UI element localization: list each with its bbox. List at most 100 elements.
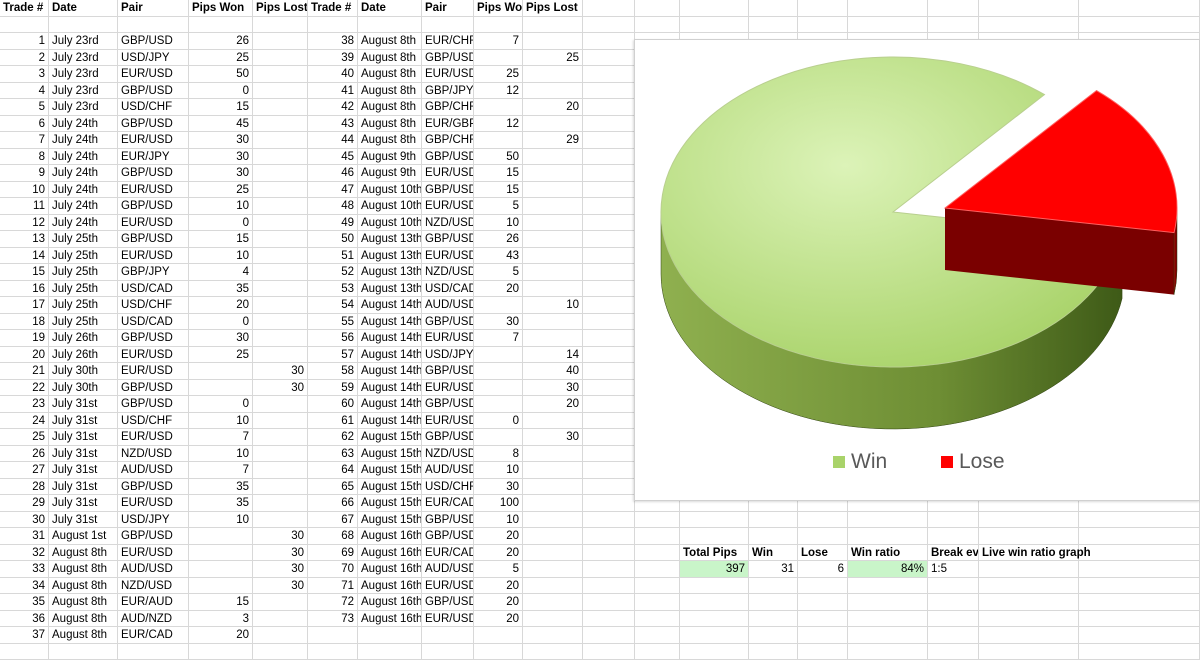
trade-cell[interactable]: 25 bbox=[474, 66, 523, 83]
trade-cell[interactable]: GBP/USD bbox=[118, 528, 189, 545]
empty-cell[interactable] bbox=[422, 17, 474, 34]
empty-cell[interactable] bbox=[979, 611, 1079, 628]
trade-cell[interactable]: July 23rd bbox=[49, 33, 118, 50]
trade-cell[interactable] bbox=[253, 512, 308, 529]
trade-cell[interactable]: 26 bbox=[189, 33, 253, 50]
trade-cell[interactable]: 30 bbox=[189, 330, 253, 347]
trade-cell[interactable]: 32 bbox=[0, 545, 49, 562]
trade-cell[interactable] bbox=[253, 297, 308, 314]
trade-cell[interactable] bbox=[253, 594, 308, 611]
trade-cell[interactable]: August 16th bbox=[358, 578, 422, 595]
trade-cell[interactable]: 7 bbox=[474, 33, 523, 50]
trade-cell[interactable]: August 8th bbox=[358, 116, 422, 133]
trade-cell[interactable]: August 10th bbox=[358, 182, 422, 199]
trade-cell[interactable] bbox=[189, 363, 253, 380]
trade-cell[interactable]: 13 bbox=[0, 231, 49, 248]
trade-cell[interactable]: 25 bbox=[523, 50, 583, 67]
trade-cell[interactable]: 10 bbox=[474, 512, 523, 529]
trade-cell[interactable]: August 16th bbox=[358, 611, 422, 628]
trade-cell[interactable] bbox=[523, 330, 583, 347]
trade-cell[interactable]: 2 bbox=[0, 50, 49, 67]
trade-cell[interactable] bbox=[253, 83, 308, 100]
trade-cell[interactable]: EUR/USD bbox=[118, 132, 189, 149]
trade-cell[interactable]: EUR/USD bbox=[118, 66, 189, 83]
trade-cell[interactable] bbox=[253, 264, 308, 281]
empty-cell[interactable] bbox=[583, 0, 635, 17]
trade-cell[interactable]: USD/CHF bbox=[118, 297, 189, 314]
empty-cell[interactable] bbox=[583, 627, 635, 644]
empty-cell[interactable] bbox=[358, 644, 422, 660]
empty-cell[interactable] bbox=[253, 17, 308, 34]
trade-cell[interactable]: USD/CAD bbox=[118, 281, 189, 298]
empty-cell[interactable] bbox=[798, 578, 848, 595]
trade-cell[interactable]: August 14th bbox=[358, 347, 422, 364]
column-header[interactable]: Pips Lost bbox=[253, 0, 308, 17]
empty-cell[interactable] bbox=[749, 594, 798, 611]
empty-cell[interactable] bbox=[680, 0, 749, 17]
trade-cell[interactable]: 30 bbox=[189, 132, 253, 149]
empty-cell[interactable] bbox=[680, 512, 749, 529]
trade-cell[interactable]: 59 bbox=[308, 380, 358, 397]
empty-cell[interactable] bbox=[583, 50, 635, 67]
trade-cell[interactable]: EUR/CAD bbox=[118, 627, 189, 644]
trade-cell[interactable]: EUR/AUD bbox=[118, 594, 189, 611]
trade-cell[interactable]: August 8th bbox=[358, 33, 422, 50]
trade-cell[interactable] bbox=[253, 347, 308, 364]
trade-cell[interactable]: 12 bbox=[474, 83, 523, 100]
trade-cell[interactable]: August 14th bbox=[358, 413, 422, 430]
empty-cell[interactable] bbox=[928, 627, 979, 644]
trade-cell[interactable]: August 13th bbox=[358, 281, 422, 298]
trade-cell[interactable]: 20 bbox=[189, 297, 253, 314]
trade-cell[interactable] bbox=[253, 50, 308, 67]
empty-cell[interactable] bbox=[49, 17, 118, 34]
empty-cell[interactable] bbox=[474, 627, 523, 644]
trade-cell[interactable]: GBP/USD bbox=[422, 429, 474, 446]
summary-value[interactable] bbox=[979, 561, 1079, 578]
trade-cell[interactable] bbox=[523, 66, 583, 83]
trade-cell[interactable]: 60 bbox=[308, 396, 358, 413]
trade-cell[interactable]: GBP/USD bbox=[118, 330, 189, 347]
empty-cell[interactable] bbox=[928, 528, 979, 545]
trade-cell[interactable]: 25 bbox=[189, 50, 253, 67]
trade-cell[interactable]: August 14th bbox=[358, 396, 422, 413]
trade-cell[interactable]: 0 bbox=[189, 83, 253, 100]
trade-cell[interactable]: 17 bbox=[0, 297, 49, 314]
trade-cell[interactable]: 5 bbox=[474, 264, 523, 281]
trade-cell[interactable] bbox=[474, 363, 523, 380]
trade-cell[interactable]: 24 bbox=[0, 413, 49, 430]
trade-cell[interactable]: AUD/USD bbox=[118, 462, 189, 479]
empty-cell[interactable] bbox=[118, 17, 189, 34]
empty-cell[interactable] bbox=[635, 561, 680, 578]
trade-cell[interactable]: 54 bbox=[308, 297, 358, 314]
trade-cell[interactable]: 25 bbox=[0, 429, 49, 446]
trade-cell[interactable]: 45 bbox=[308, 149, 358, 166]
empty-cell[interactable] bbox=[358, 627, 422, 644]
trade-cell[interactable] bbox=[253, 413, 308, 430]
trade-cell[interactable] bbox=[253, 396, 308, 413]
trade-cell[interactable]: EUR/CAD bbox=[422, 545, 474, 562]
trade-cell[interactable]: August 10th bbox=[358, 215, 422, 232]
trade-cell[interactable] bbox=[253, 116, 308, 133]
trade-cell[interactable]: August 1st bbox=[49, 528, 118, 545]
empty-cell[interactable] bbox=[583, 396, 635, 413]
empty-cell[interactable] bbox=[583, 561, 635, 578]
trade-cell[interactable]: EUR/CAD bbox=[422, 495, 474, 512]
trade-cell[interactable]: 48 bbox=[308, 198, 358, 215]
trade-cell[interactable] bbox=[523, 83, 583, 100]
trade-cell[interactable] bbox=[253, 330, 308, 347]
trade-cell[interactable]: 30 bbox=[474, 314, 523, 331]
trade-cell[interactable]: 10 bbox=[189, 446, 253, 463]
trade-cell[interactable]: EUR/USD bbox=[422, 66, 474, 83]
trade-cell[interactable]: 30 bbox=[253, 561, 308, 578]
trade-cell[interactable] bbox=[189, 528, 253, 545]
trade-cell[interactable]: 21 bbox=[0, 363, 49, 380]
trade-cell[interactable]: 40 bbox=[523, 363, 583, 380]
trade-cell[interactable] bbox=[253, 446, 308, 463]
trade-cell[interactable]: August 8th bbox=[358, 83, 422, 100]
trade-cell[interactable] bbox=[253, 281, 308, 298]
trade-cell[interactable] bbox=[474, 347, 523, 364]
trade-cell[interactable]: 1 bbox=[0, 33, 49, 50]
trade-cell[interactable]: 26 bbox=[474, 231, 523, 248]
empty-cell[interactable] bbox=[583, 429, 635, 446]
empty-cell[interactable] bbox=[749, 644, 798, 660]
